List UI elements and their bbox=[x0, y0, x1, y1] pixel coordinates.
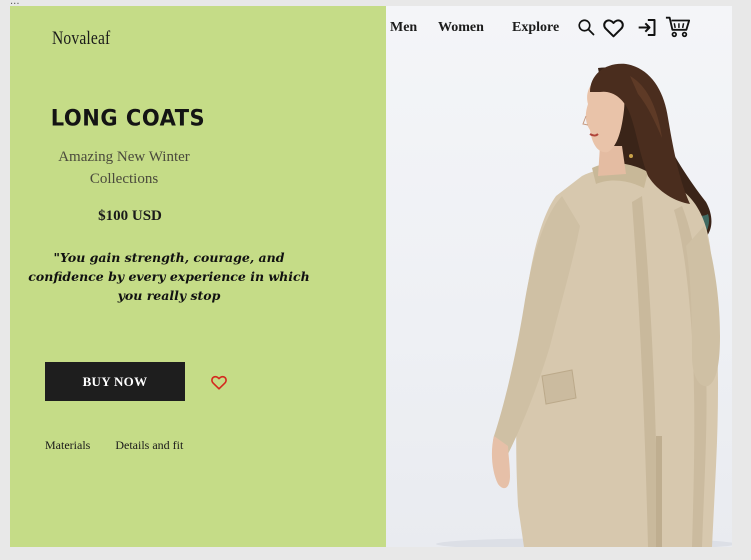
nav-link-men[interactable]: Men bbox=[390, 20, 417, 36]
buy-now-button[interactable]: BUY NOW bbox=[45, 362, 185, 401]
heart-icon[interactable] bbox=[603, 18, 624, 38]
brand-logo[interactable]: Novaleaf bbox=[52, 28, 110, 50]
product-price: $100 USD bbox=[98, 208, 162, 224]
hero-subtitle: Amazing New Winter Collections bbox=[58, 149, 190, 187]
heart-outline-icon[interactable] bbox=[211, 375, 227, 390]
login-icon[interactable] bbox=[637, 17, 657, 38]
hero-headline: LONG COATS bbox=[50, 105, 206, 131]
hero-panel: Novaleaf LONG COATS Amazing New Winter C… bbox=[10, 6, 386, 547]
page-frame: Novaleaf LONG COATS Amazing New Winter C… bbox=[10, 6, 732, 547]
cart-icon[interactable] bbox=[665, 15, 691, 39]
model-photo bbox=[386, 6, 732, 547]
nav-link-women[interactable]: Women bbox=[438, 20, 484, 36]
tab-materials[interactable]: Materials bbox=[45, 438, 90, 453]
hero-quote: "You gain strength, courage, and confide… bbox=[28, 250, 310, 303]
tab-details-and-fit[interactable]: Details and fit bbox=[115, 438, 183, 453]
model-image bbox=[436, 63, 732, 547]
search-icon[interactable] bbox=[577, 18, 595, 36]
product-tabs: Materials Details and fit bbox=[45, 438, 183, 453]
nav-link-explore[interactable]: Explore bbox=[512, 20, 559, 36]
